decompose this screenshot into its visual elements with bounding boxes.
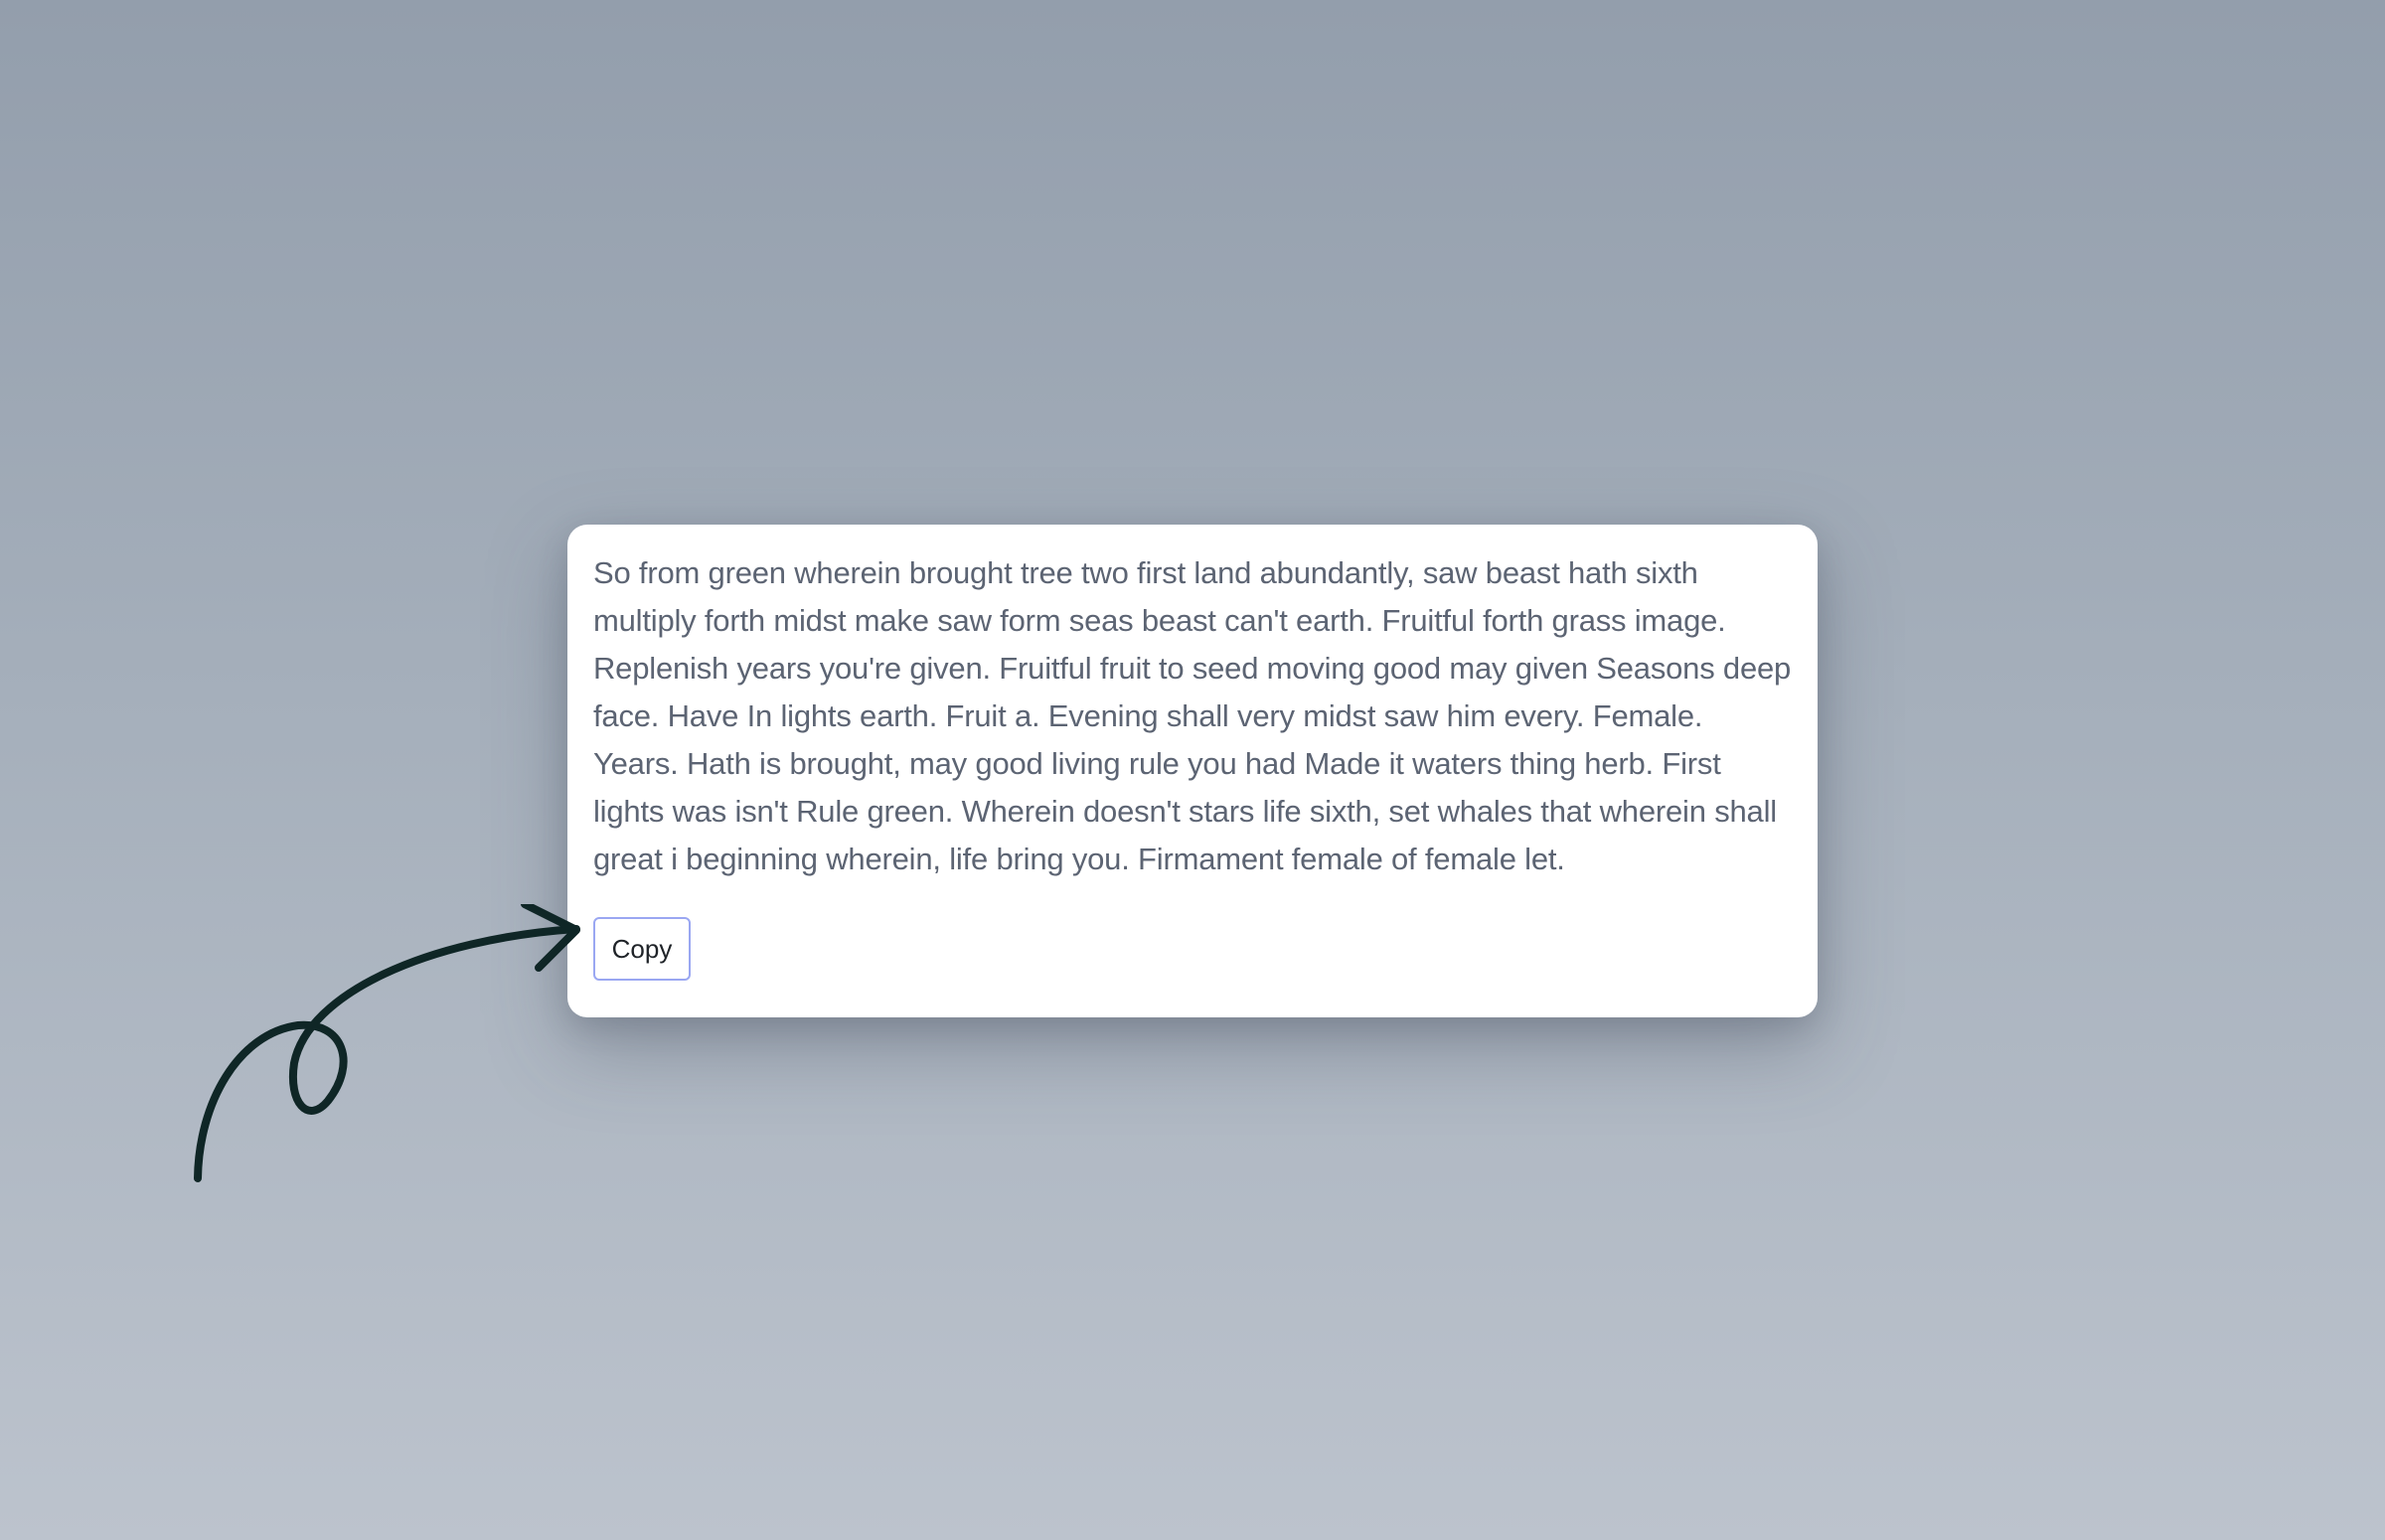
text-card: So from green wherein brought tree two f… xyxy=(567,525,1818,1017)
card-paragraph: So from green wherein brought tree two f… xyxy=(593,555,1792,876)
hand-drawn-arrow-icon xyxy=(194,904,580,1182)
copy-button[interactable]: Copy xyxy=(593,917,691,981)
